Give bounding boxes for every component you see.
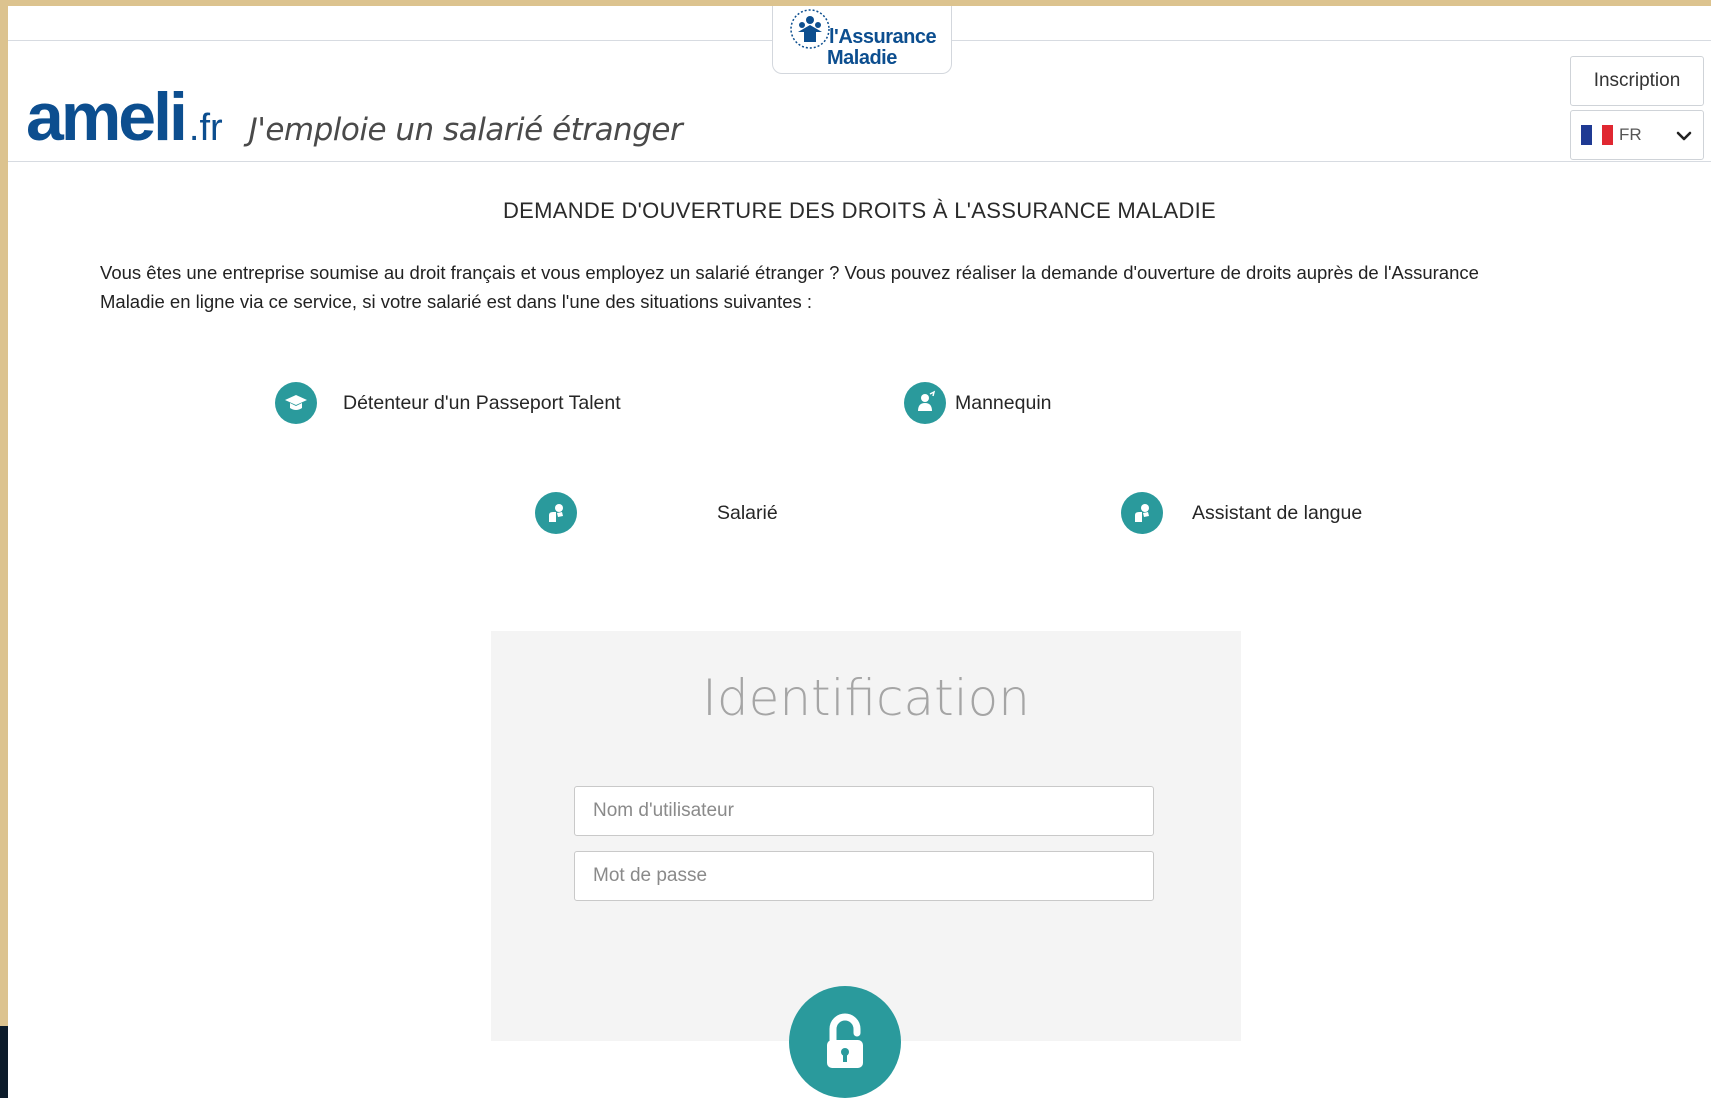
language-select[interactable]: FR — [1570, 110, 1704, 160]
situation-assistant-de-langue[interactable]: Assistant de langue — [1121, 492, 1362, 534]
situation-label: Mannequin — [955, 391, 1052, 414]
situation-label: Assistant de langue — [1192, 501, 1363, 524]
assurance-maladie-logo[interactable]: l'Assurance Maladie — [772, 6, 952, 74]
signup-button[interactable]: Inscription — [1570, 56, 1704, 106]
flag-band-blue — [1581, 125, 1592, 145]
desktop-corner — [0, 1026, 8, 1098]
assurance-maladie-emblem-icon — [790, 9, 830, 49]
unlock-icon — [827, 1013, 863, 1068]
situation-label: Détenteur d'un Passeport Talent — [343, 391, 621, 414]
brand-name-line1: l'Assurance — [829, 26, 937, 48]
logo-domain-suffix: .fr — [188, 107, 223, 149]
situation-mannequin[interactable]: Mannequin — [904, 382, 1052, 424]
model-icon — [904, 382, 946, 424]
flag-band-red — [1602, 125, 1614, 145]
situation-salarie[interactable]: Salarié — [535, 492, 778, 534]
chevron-down-icon — [1676, 131, 1692, 141]
logo-main-text: ameli — [26, 79, 188, 155]
header-bottom-divider — [8, 161, 1711, 162]
site-tagline: J'emploie un salarié étranger — [248, 112, 683, 148]
employee-icon — [535, 492, 577, 534]
ameli-logo[interactable]: ameli .fr J'emploie un salarié étranger — [26, 78, 683, 156]
flag-band-white — [1591, 125, 1603, 145]
language-assistant-icon — [1121, 492, 1163, 534]
intro-text: Vous êtes une entreprise soumise au droi… — [100, 262, 1479, 312]
page-title: DEMANDE D'OUVERTURE DES DROITS À L'ASSUR… — [502, 198, 1217, 223]
login-title: Identification — [702, 669, 1030, 727]
situation-passeport-talent[interactable]: Détenteur d'un Passeport Talent — [275, 382, 621, 424]
french-flag-icon — [1581, 125, 1614, 145]
password-field[interactable] — [574, 851, 1154, 901]
language-code: FR — [1619, 125, 1642, 144]
login-submit-button[interactable] — [789, 986, 901, 1098]
brand-name-line2: Maladie — [827, 47, 897, 69]
login-panel: Identification — [491, 631, 1241, 1041]
situation-label: Salarié — [717, 501, 778, 524]
page: l'Assurance Maladie ameli .fr J'emploie … — [8, 6, 1711, 1098]
username-field[interactable] — [574, 786, 1154, 836]
graduation-cap-icon — [275, 382, 317, 424]
